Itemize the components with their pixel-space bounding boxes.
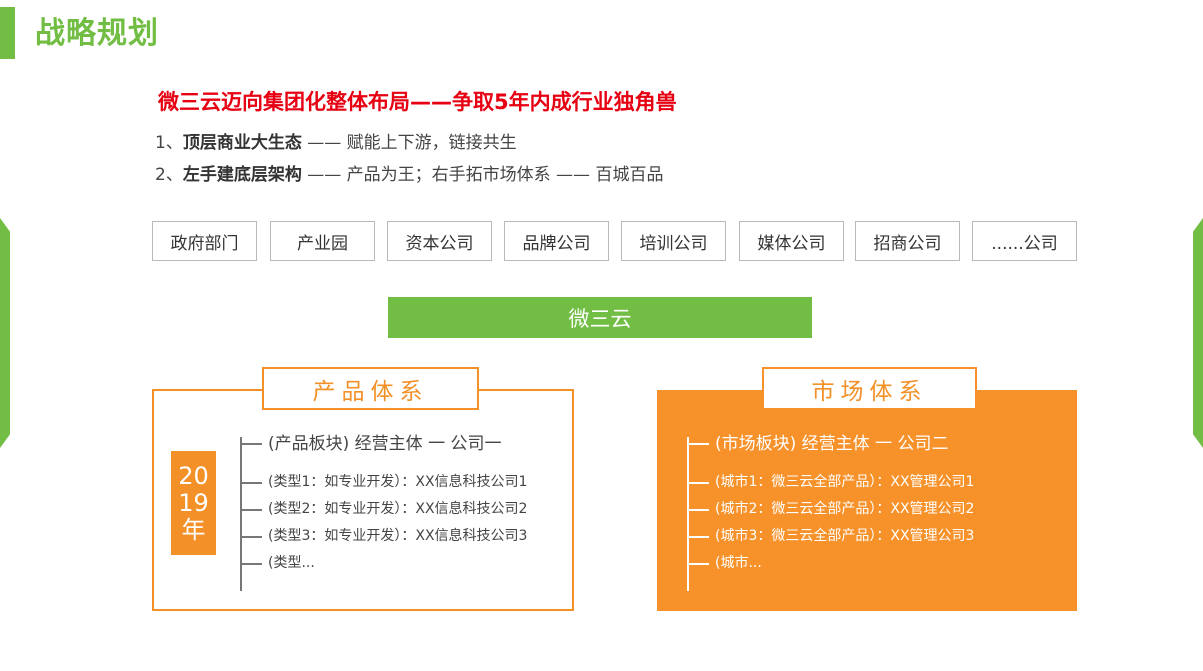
- product-item: (类型2：如专业开发）：XX信息科技公司2: [268, 501, 528, 517]
- tree-branch: [687, 443, 709, 445]
- market-item: (城市2：微三云全部产品）：XX管理公司2: [715, 501, 975, 517]
- year-line: 19: [178, 488, 209, 517]
- tree-branch: [687, 482, 709, 484]
- point-2-bold: 左手建底层架构: [182, 165, 302, 185]
- product-item: (类型1：如专业开发）：XX信息科技公司1: [268, 474, 528, 490]
- market-main-node: (市场板块) 经营主体 一 公司二: [715, 434, 949, 454]
- tree-branch: [240, 443, 262, 445]
- market-item: (城市1：微三云全部产品）：XX管理公司1: [715, 474, 975, 490]
- point-2-rest: —— 产品为王；右手拓市场体系 —— 百城百品: [301, 165, 664, 185]
- tree-trunk: [240, 437, 242, 591]
- tag-box: 产业园: [270, 221, 375, 261]
- tree-trunk: [687, 437, 689, 591]
- product-item: (类型3：如专业开发）：XX信息科技公司3: [268, 528, 528, 544]
- year-badge: 20 19 年: [171, 451, 216, 555]
- tree-branch: [687, 509, 709, 511]
- title-accent-bar: [0, 7, 15, 59]
- tag-box: 品牌公司: [504, 221, 609, 261]
- page-title: 战略规划: [35, 16, 159, 51]
- center-company-box: 微三云: [388, 297, 812, 338]
- market-item: (城市...: [715, 555, 762, 571]
- market-panel-title: 市场体系: [762, 367, 977, 410]
- point-2: 2、左手建底层架构 —— 产品为王；右手拓市场体系 —— 百城百品: [155, 163, 663, 187]
- tree-branch: [687, 563, 709, 565]
- left-side-decoration: [0, 218, 10, 448]
- point-2-prefix: 2、: [155, 165, 183, 185]
- tag-box: 政府部门: [152, 221, 257, 261]
- tree-branch: [240, 563, 262, 565]
- point-1: 1、顶层商业大生态 —— 赋能上下游，链接共生: [155, 131, 517, 155]
- market-item: (城市3：微三云全部产品）：XX管理公司3: [715, 528, 975, 544]
- tag-box: 培训公司: [621, 221, 726, 261]
- tree-branch: [240, 536, 262, 538]
- tree-branch: [687, 536, 709, 538]
- tag-box: 招商公司: [855, 221, 960, 261]
- point-1-rest: —— 赋能上下游，链接共生: [301, 133, 517, 153]
- tag-box: 媒体公司: [739, 221, 844, 261]
- year-line: 年: [181, 515, 206, 544]
- product-main-node: (产品板块) 经营主体 一 公司一: [268, 434, 502, 454]
- right-side-decoration: [1193, 218, 1203, 448]
- point-1-prefix: 1、: [155, 133, 183, 153]
- point-1-bold: 顶层商业大生态: [182, 133, 302, 153]
- tree-branch: [240, 509, 262, 511]
- year-line: 20: [178, 461, 209, 490]
- product-panel-title: 产品体系: [262, 367, 479, 410]
- tag-box: 资本公司: [387, 221, 492, 261]
- headline: 微三云迈向集团化整体布局——争取5年内成行业独角兽: [158, 90, 677, 114]
- tag-box: ......公司: [972, 221, 1077, 261]
- product-item: (类型...: [268, 555, 315, 571]
- tree-branch: [240, 482, 262, 484]
